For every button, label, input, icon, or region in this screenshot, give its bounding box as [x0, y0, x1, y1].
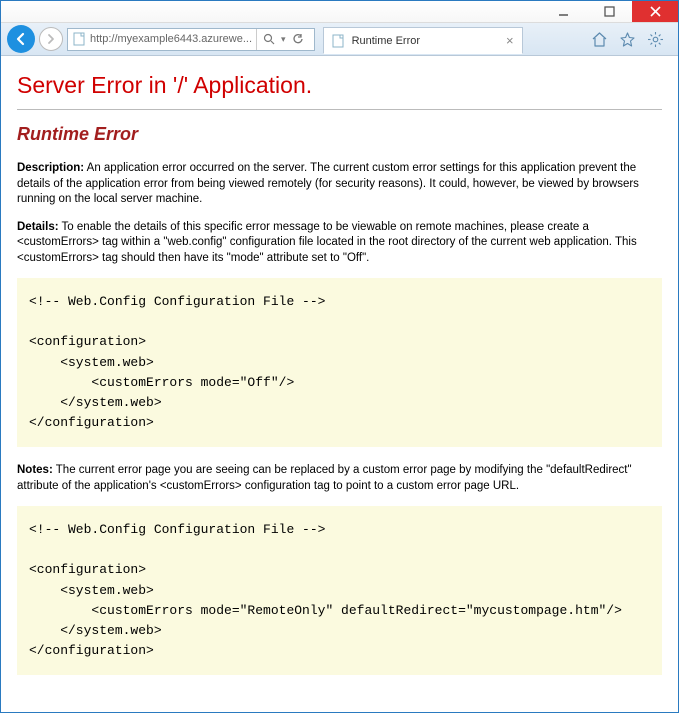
- favorites-icon[interactable]: [618, 30, 636, 48]
- url-text: http://myexample6443.azurewe...: [90, 33, 252, 45]
- details-text: To enable the details of this specific e…: [17, 221, 637, 264]
- tab-strip: Runtime Error ×: [323, 24, 578, 54]
- code-text-2: <!-- Web.Config Configuration File --> <…: [29, 520, 650, 661]
- page-title: Server Error in '/' Application.: [17, 72, 662, 99]
- description-label: Description:: [17, 162, 84, 174]
- description-para: Description: An application error occurr…: [17, 161, 662, 208]
- minimize-button[interactable]: [540, 1, 586, 22]
- maximize-button[interactable]: [586, 1, 632, 22]
- page-icon: [332, 34, 346, 48]
- home-icon[interactable]: [590, 30, 608, 48]
- search-icon[interactable]: [263, 33, 275, 45]
- code-text-1: <!-- Web.Config Configuration File --> <…: [29, 292, 650, 433]
- notes-label: Notes:: [17, 464, 53, 476]
- notes-text: The current error page you are seeing ca…: [17, 464, 632, 492]
- page-content: Server Error in '/' Application. Runtime…: [1, 56, 678, 703]
- tab-close-icon[interactable]: ×: [506, 33, 514, 48]
- toolbar-icons: [582, 30, 672, 48]
- divider: [17, 109, 662, 110]
- arrow-left-icon: [13, 31, 29, 47]
- forward-button[interactable]: [39, 27, 63, 51]
- page-icon: [72, 32, 86, 46]
- notes-para: Notes: The current error page you are se…: [17, 463, 662, 494]
- address-dropdown-icon[interactable]: ▾: [281, 34, 286, 45]
- address-bar[interactable]: http://myexample6443.azurewe... ▾: [67, 28, 315, 51]
- back-button[interactable]: [7, 25, 35, 53]
- browser-navbar: http://myexample6443.azurewe... ▾ Runtim…: [1, 23, 678, 56]
- settings-icon[interactable]: [646, 30, 664, 48]
- details-para: Details: To enable the details of this s…: [17, 220, 662, 267]
- arrow-right-icon: [45, 33, 57, 45]
- tab-title: Runtime Error: [352, 35, 420, 47]
- error-heading: Runtime Error: [17, 124, 662, 145]
- address-bar-controls: ▾: [256, 29, 310, 50]
- close-button[interactable]: [632, 1, 678, 22]
- refresh-icon[interactable]: [292, 33, 304, 45]
- description-text: An application error occurred on the ser…: [17, 162, 639, 205]
- browser-tab[interactable]: Runtime Error ×: [323, 27, 523, 54]
- code-block-2: <!-- Web.Config Configuration File --> <…: [17, 506, 662, 675]
- window-titlebar: [1, 1, 678, 23]
- code-block-1: <!-- Web.Config Configuration File --> <…: [17, 278, 662, 447]
- details-label: Details:: [17, 221, 59, 233]
